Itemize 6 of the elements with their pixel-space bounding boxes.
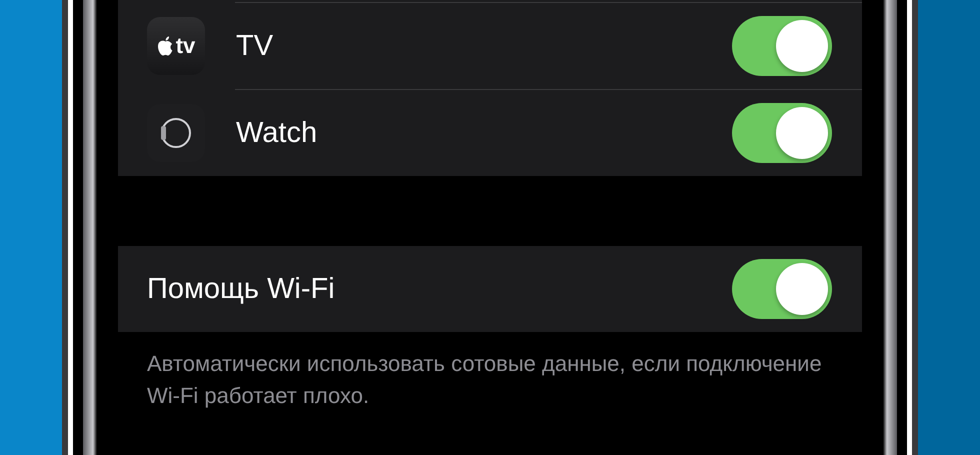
apple-icon (156, 36, 174, 56)
setting-label: Помощь Wi-Fi (147, 272, 336, 306)
footer-note: Автоматически использовать сотовые данные, если подключение Wi-Fi работает плохо. (146, 350, 823, 410)
app-name: Watch (236, 116, 318, 150)
app-name: TV (236, 30, 274, 62)
icon-label: tv (176, 35, 196, 57)
